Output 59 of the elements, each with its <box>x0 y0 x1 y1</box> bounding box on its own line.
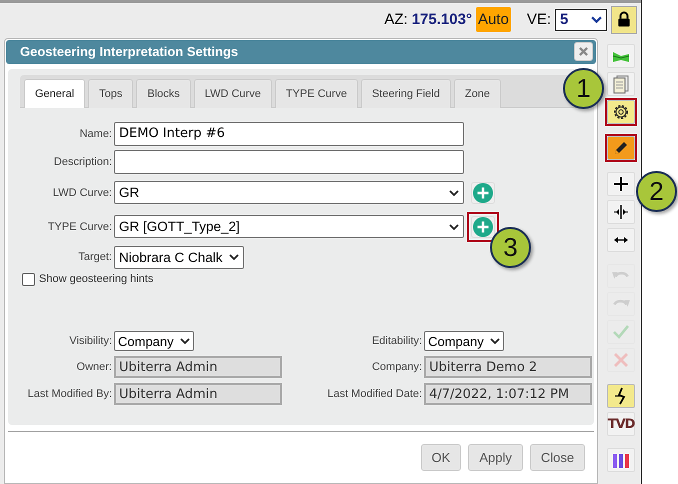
dropdown[interactable]: Niobrara C Chalk <box>114 246 244 269</box>
dropdown[interactable]: GR [GOTT_Type_2] <box>114 215 464 238</box>
dropdown[interactable]: GR <box>114 181 464 204</box>
tab[interactable]: LWD Curve <box>194 78 272 108</box>
caret-icon <box>449 222 459 231</box>
dialog-title: Geosteering Interpretation Settings <box>20 44 238 60</box>
field-label: TYPE Curve: <box>46 220 112 233</box>
dialog-button[interactable]: OK <box>420 444 462 471</box>
ve-select[interactable]: 5 <box>555 8 607 30</box>
field-label: Visibility: <box>68 335 112 347</box>
tab[interactable]: TYPE Curve <box>274 78 358 108</box>
field-label: Target: <box>77 251 112 264</box>
field-label: Last Modified Date: <box>326 388 422 400</box>
redo-icon <box>611 299 632 309</box>
lock-button[interactable] <box>611 6 637 34</box>
field-label: Editability: <box>370 335 422 347</box>
ve-label: VE: <box>526 11 551 28</box>
tool-button[interactable] <box>607 200 636 224</box>
caret-icon <box>229 253 239 262</box>
tvd-button[interactable]: TVD <box>607 412 636 436</box>
tab[interactable]: Zone <box>454 78 501 108</box>
undo-icon <box>611 271 632 281</box>
text-field[interactable] <box>114 150 464 174</box>
field-label: Last Modified By: <box>26 388 112 400</box>
document-icon <box>611 74 632 94</box>
caret-icon <box>490 337 500 345</box>
readonly-field: 4/7/2022, 1:07:12 PM <box>424 383 592 405</box>
readonly-field: Ubiterra Demo 2 <box>424 356 592 378</box>
auto-button[interactable]: Auto <box>476 7 511 32</box>
tool-button[interactable] <box>607 228 636 252</box>
field-label: Description: <box>52 156 112 168</box>
tool-button[interactable] <box>607 172 636 196</box>
caret-icon <box>591 15 602 24</box>
azimuth-value: 175.103° <box>412 11 472 28</box>
azimuth-label: AZ: <box>384 11 408 28</box>
readonly-field: Ubiterra Admin <box>114 356 282 378</box>
tool-button[interactable] <box>607 384 636 408</box>
field-label: LWD Curve: <box>52 186 112 199</box>
field-label: Company: <box>370 361 422 373</box>
add-button[interactable] <box>471 182 495 204</box>
dialog-button[interactable]: Close <box>530 444 586 471</box>
close-button[interactable] <box>574 42 594 62</box>
caret-icon <box>449 188 459 197</box>
dropdown[interactable]: Company <box>424 331 504 351</box>
text-field[interactable]: DEMO Interp #6 <box>114 122 464 146</box>
dropdown[interactable]: Company <box>114 331 194 351</box>
readonly-field: Ubiterra Admin <box>114 383 282 405</box>
close-icon <box>579 47 588 56</box>
dialog-button[interactable]: Apply <box>468 444 523 471</box>
field-label: Owner: <box>76 361 112 373</box>
checkbox[interactable] <box>22 272 35 286</box>
field-label: Name: <box>78 128 112 140</box>
lock-icon <box>617 11 631 28</box>
checkbox-label: Show geosteering hints <box>39 273 154 286</box>
caret-icon <box>180 337 190 345</box>
tab[interactable]: Steering Field <box>360 78 451 108</box>
tab[interactable]: General <box>24 78 86 108</box>
tab[interactable]: Blocks <box>136 78 191 108</box>
tab[interactable]: Tops <box>88 78 134 108</box>
